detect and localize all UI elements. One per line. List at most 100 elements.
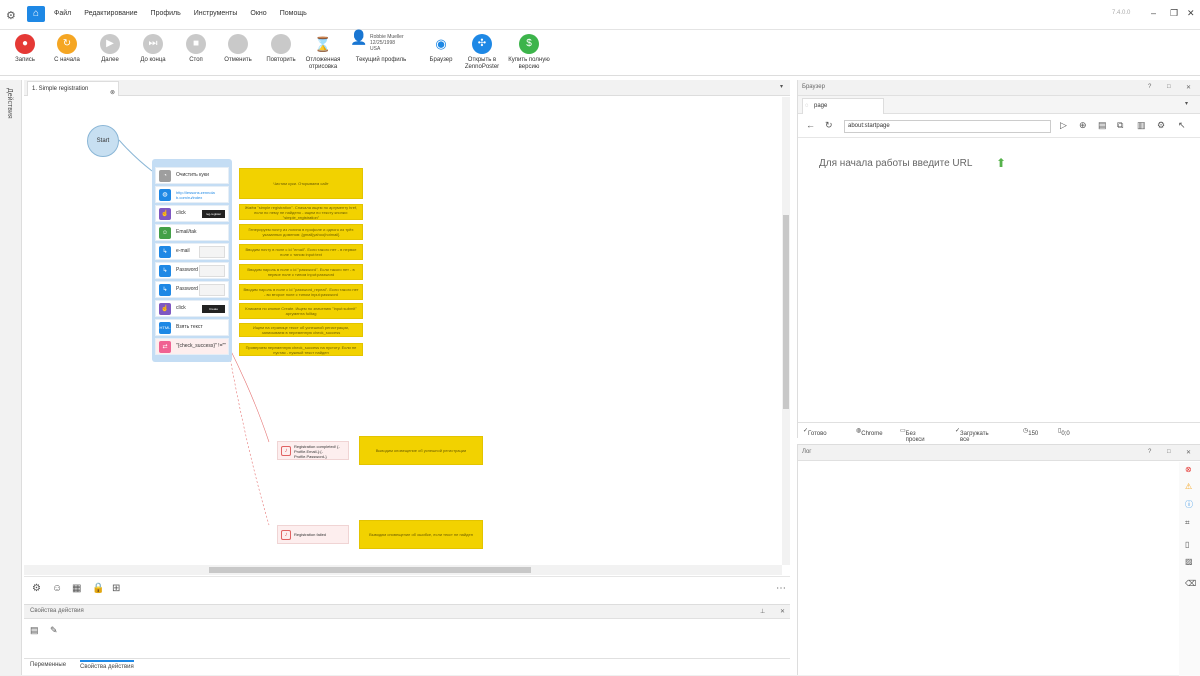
menu-profile[interactable]: Профиль — [151, 10, 181, 17]
start-node[interactable]: Start — [87, 125, 119, 157]
cursor-icon[interactable]: ↖ — [1178, 120, 1186, 131]
menu-bar: ⚙ ⌂ Файл Редактирование Профиль Инструме… — [0, 0, 1200, 30]
tab-action-properties[interactable]: Свойства действия — [80, 660, 134, 670]
chevron-down-icon[interactable]: ▾ — [1185, 100, 1188, 107]
add-bookmark-icon[interactable]: ⊕ — [1079, 120, 1087, 131]
redo-button[interactable]: Повторить — [263, 34, 299, 64]
canvas-horizontal-scrollbar[interactable] — [24, 565, 782, 575]
clipboard-icon[interactable]: ▯ — [1185, 540, 1189, 549]
canvas-vertical-scrollbar[interactable] — [782, 97, 790, 565]
tag-icon[interactable]: ⌗ — [1185, 518, 1190, 528]
eraser-icon[interactable]: ⌫ — [1185, 579, 1196, 588]
stop-button[interactable]: ■ Стоп — [181, 34, 211, 64]
note-get-text[interactable]: Ищем на странице текст об успешной регис… — [239, 323, 363, 337]
maximize-icon[interactable]: □ — [1167, 449, 1171, 455]
note-clear-cookies[interactable]: Чистим куки. Открываем сайт — [239, 168, 363, 199]
menu-edit[interactable]: Редактирование — [84, 10, 137, 17]
pin-icon[interactable]: ⊥ — [760, 608, 765, 615]
action-get-text[interactable]: HTML Взять текст — [155, 319, 229, 336]
close-icon[interactable]: ✕ — [1187, 8, 1195, 19]
note-notify-fail[interactable]: Выводим оповещение об ошибке, если текст… — [359, 520, 483, 549]
status-timeout[interactable]: ◷ 150 — [1023, 427, 1038, 437]
scroll-thumb[interactable] — [209, 567, 531, 573]
minimize-icon[interactable]: – — [1151, 8, 1156, 18]
restart-button[interactable]: ↻ С начала — [52, 34, 82, 64]
action-set-email[interactable]: ↳ e-mail — [155, 243, 229, 260]
notify-fail-node[interactable]: ♪ Registration failed — [277, 525, 349, 544]
help-icon[interactable]: ? — [1148, 449, 1151, 455]
eye-icon: ◉ — [435, 36, 447, 51]
note-notify-success[interactable]: Выводим оповещение об успешной регистрац… — [359, 436, 483, 465]
note-click-create[interactable]: Кликаем по кнопке Create. Ищем по значен… — [239, 303, 363, 319]
open-zennoposter-button[interactable]: ✣ Открыть в ZennoPoster — [461, 34, 503, 71]
action-set-password-repeat[interactable]: ↳ Password — [155, 281, 229, 298]
menu-help[interactable]: Помощь — [280, 10, 307, 17]
action-click-create[interactable]: ☝ click Create — [155, 300, 229, 317]
to-end-button[interactable]: ⏭ До конца — [137, 34, 169, 64]
note-set-email[interactable]: Вводим почту в поле с id "email". Если т… — [239, 244, 363, 260]
back-icon[interactable]: ← — [806, 120, 815, 130]
action-click-register[interactable]: ☝ click reg-register — [155, 205, 229, 222]
home-button[interactable]: ⌂ — [27, 6, 45, 22]
close-panel-icon[interactable]: ✕ — [1186, 84, 1191, 91]
browser-viewport[interactable]: Для начала работы введите URL ⬆ — [798, 138, 1200, 418]
page-tab[interactable]: ◌ page — [802, 98, 884, 114]
next-button[interactable]: ▶ Далее — [95, 34, 125, 64]
info-icon[interactable]: ⓘ — [1185, 499, 1193, 510]
undo-button[interactable]: Отменить — [221, 34, 255, 64]
edit-icon[interactable]: ✎ — [50, 625, 58, 636]
warning-icon[interactable]: ⚠ — [1185, 482, 1192, 491]
action-email-gen[interactable]: ☺ Email/tak — [155, 224, 229, 241]
click-icon: ☝ — [159, 303, 171, 315]
maximize-icon[interactable]: □ — [1167, 84, 1171, 90]
address-bar[interactable]: about:startpage — [844, 120, 1051, 133]
close-panel-icon[interactable]: ✕ — [1186, 449, 1191, 456]
menu-file[interactable]: Файл — [54, 10, 71, 17]
chevron-down-icon[interactable]: ▾ — [780, 83, 783, 90]
note-click-register[interactable]: Жмём "simple registration". Сначала ищем… — [239, 204, 363, 220]
add-icon[interactable]: ⊞ — [112, 583, 120, 594]
browser-button[interactable]: ◉ Браузер — [426, 34, 456, 64]
status-load[interactable]: ✓ Загружать все — [955, 427, 989, 443]
grid-icon[interactable]: ▦ — [72, 583, 81, 594]
record-button[interactable]: ● Запись — [10, 34, 40, 64]
image-icon[interactable]: ▨ — [1185, 557, 1193, 566]
tab-variables[interactable]: Переменные — [30, 662, 66, 668]
status-proxy[interactable]: ▭ Без прокси — [900, 427, 925, 443]
go-icon[interactable]: ▷ — [1060, 120, 1067, 131]
close-panel-icon[interactable]: ✕ — [780, 608, 785, 615]
note-set-password[interactable]: Вводим пароль в поле с id "password". Ес… — [239, 264, 363, 280]
action-clear-cookies[interactable]: ◔ Очистить куки — [155, 167, 229, 184]
note-email-gen[interactable]: Генерируем почту из логина в профиле и о… — [239, 224, 363, 240]
menu-window[interactable]: Окно — [250, 10, 266, 17]
project-canvas[interactable]: Start ◔ Очистить куки ◍ http://lessons.z… — [24, 97, 782, 565]
up-arrow-icon: ⬆ — [996, 156, 1007, 170]
buy-full-button[interactable]: $ Купить полную версию — [505, 34, 553, 71]
refresh-icon[interactable]: ↻ — [825, 120, 833, 131]
restore-icon[interactable]: ❐ — [1170, 8, 1178, 19]
note-set-password-repeat[interactable]: Вводим пароль в поле с id "password_repe… — [239, 284, 363, 300]
cookies-icon[interactable]: ⧉ — [1117, 120, 1123, 131]
action-if-check[interactable]: ⇄ "{check_success}" !="" — [155, 338, 229, 355]
tab-simple-registration[interactable]: 1. Simple registration ⊗ — [27, 81, 119, 96]
user-icon[interactable]: ☺ — [52, 583, 62, 594]
scroll-thumb[interactable] — [783, 215, 789, 409]
error-icon[interactable]: ⊗ — [1185, 465, 1192, 474]
deferred-render-button[interactable]: ⌛ Отложенная отрисовка — [302, 34, 344, 71]
action-set-password[interactable]: ↳ Password — [155, 262, 229, 279]
notify-success-node[interactable]: ♪ Registration completed! {-Profile.Emai… — [277, 441, 349, 460]
help-icon[interactable]: ? — [1148, 84, 1151, 90]
tabs-icon[interactable]: ▥ — [1137, 120, 1146, 131]
settings-icon[interactable]: ⚙ — [32, 583, 41, 594]
page-source-icon[interactable]: ▤ — [1098, 120, 1107, 131]
menu-tools[interactable]: Инструменты — [194, 10, 238, 17]
settings-icon[interactable]: ⚙ — [1157, 120, 1165, 131]
note-if-check[interactable]: Проверяем переменную check_success на пу… — [239, 343, 363, 356]
status-engine[interactable]: ◍ Chrome — [856, 427, 883, 437]
properties-view-icon[interactable]: ▤ — [30, 625, 39, 636]
actions-tab[interactable]: Действия — [6, 88, 13, 119]
more-icon[interactable]: ⋯ — [776, 583, 786, 594]
action-open-url[interactable]: ◍ http://lessons.zennola b.com/ru/index — [155, 186, 229, 203]
lock-icon[interactable]: 🔒 — [92, 583, 104, 594]
action-label: Password — [176, 267, 198, 273]
